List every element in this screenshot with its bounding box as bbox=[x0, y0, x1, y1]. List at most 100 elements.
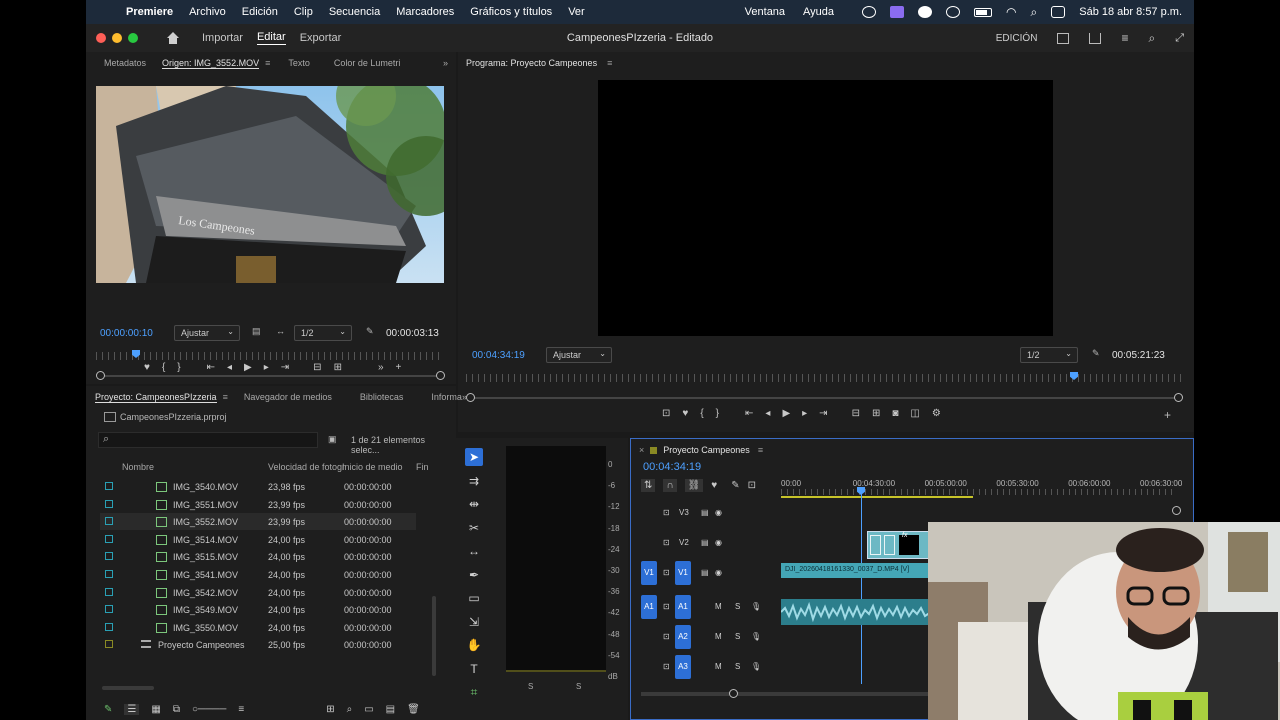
label-color-swatch[interactable] bbox=[105, 622, 113, 631]
more-controls-icon[interactable]: » bbox=[378, 362, 384, 373]
tab-proyecto[interactable]: Proyecto: CampeonesPIzzeria bbox=[95, 392, 217, 403]
label-color-swatch[interactable] bbox=[105, 517, 113, 526]
close-window-button[interactable] bbox=[96, 33, 106, 43]
sync-lock-icon[interactable]: ▤ bbox=[701, 538, 709, 547]
list-view-icon[interactable]: ☰ bbox=[124, 704, 140, 715]
lift-clip-icon[interactable]: ⊟ bbox=[852, 408, 860, 419]
vpn-icon[interactable] bbox=[946, 6, 961, 18]
source-zoom-start-handle[interactable] bbox=[96, 371, 105, 380]
program-button-editor-icon[interactable]: + bbox=[1164, 408, 1171, 422]
solo-track-button[interactable]: S bbox=[735, 602, 740, 611]
pen-tool-icon[interactable]: ✒ bbox=[465, 566, 483, 584]
v2-clip-2[interactable] bbox=[884, 535, 895, 555]
a1-clip[interactable] bbox=[781, 599, 931, 625]
project-item-row[interactable]: IMG_3549.MOV 24,00 fps 00:00:00:00 bbox=[100, 601, 416, 618]
fullscreen-icon[interactable]: ⤢ bbox=[1175, 32, 1184, 45]
ripple-edit-tool-icon[interactable]: ⇹ bbox=[465, 495, 483, 513]
project-horizontal-scrollbar[interactable] bbox=[102, 686, 154, 690]
source-track-v1[interactable]: V1 bbox=[641, 561, 657, 585]
column-media-start[interactable]: Inicio de medio bbox=[342, 462, 403, 472]
sort-icons-icon[interactable]: ≡ bbox=[238, 704, 244, 715]
work-area-bar[interactable] bbox=[781, 496, 973, 498]
toggle-output-eye-icon[interactable]: ◉ bbox=[715, 538, 722, 547]
menubar-clock[interactable]: Sáb 18 abr 8:57 p.m. bbox=[1079, 6, 1182, 18]
razor-tool-icon[interactable]: ✂ bbox=[465, 519, 483, 537]
mark-in-icon[interactable]: { bbox=[162, 362, 165, 373]
source-current-timecode[interactable]: 00:00:00:10 bbox=[100, 328, 153, 339]
solo-track-button[interactable]: S bbox=[735, 632, 740, 641]
menu-clip[interactable]: Clip bbox=[294, 6, 313, 18]
timeline-playhead-line[interactable] bbox=[861, 494, 862, 684]
automate-to-sequence-icon[interactable]: ⊞ bbox=[326, 704, 334, 715]
project-item-row[interactable]: IMG_3552.MOV 23,99 fps 00:00:00:00 bbox=[100, 513, 416, 531]
project-item-row[interactable]: Proyecto Campeones 25,00 fps 00:00:00:00 bbox=[100, 636, 416, 653]
minimize-window-button[interactable] bbox=[112, 33, 122, 43]
project-vertical-scrollbar[interactable] bbox=[432, 596, 436, 676]
column-frame-rate[interactable]: Velocidad de fotogr bbox=[268, 462, 345, 472]
project-item-row[interactable]: IMG_3515.MOV 24,00 fps 00:00:00:00 bbox=[100, 548, 416, 565]
tab-navegador-medios[interactable]: Navegador de medios bbox=[244, 392, 332, 402]
project-item-row[interactable]: IMG_3551.MOV 23,99 fps 00:00:00:00 bbox=[100, 496, 416, 513]
panel-menu-icon[interactable]: ≡ bbox=[265, 58, 270, 68]
type-tool-icon[interactable]: T bbox=[465, 660, 483, 678]
tab-sequence[interactable]: Proyecto Campeones bbox=[663, 445, 750, 455]
mute-track-button[interactable]: M bbox=[715, 602, 722, 611]
go-to-out-icon[interactable]: ⇥ bbox=[819, 408, 827, 419]
panel-menu-icon[interactable]: ≡ bbox=[223, 392, 228, 402]
program-video-frame[interactable] bbox=[598, 80, 1053, 336]
project-item-row[interactable]: IMG_3540.MOV 23,98 fps 00:00:00:00 bbox=[100, 478, 416, 495]
snap-icon[interactable]: ∩ bbox=[663, 479, 677, 492]
voiceover-mic-icon[interactable]: 🎙 bbox=[751, 662, 761, 671]
share-icon[interactable] bbox=[1089, 32, 1102, 44]
column-name[interactable]: Nombre bbox=[122, 462, 154, 472]
source-fit-dropdown[interactable]: Ajustar ⌄ bbox=[174, 325, 240, 341]
zoom-slider[interactable]: ○──── bbox=[192, 704, 226, 715]
write-protect-icon[interactable]: ✎ bbox=[104, 704, 112, 715]
more-tabs-icon[interactable]: » bbox=[462, 392, 467, 402]
program-zoom-bar[interactable] bbox=[470, 397, 1180, 399]
captions-icon[interactable]: ⊡ bbox=[748, 480, 756, 491]
sync-status-icon[interactable] bbox=[862, 6, 877, 18]
home-icon[interactable] bbox=[166, 31, 180, 45]
program-zoom-start-handle[interactable] bbox=[466, 393, 475, 402]
toggle-output-eye-icon[interactable]: ◉ bbox=[715, 508, 722, 517]
menu-ayuda[interactable]: Ayuda bbox=[803, 6, 834, 18]
tab-origen[interactable]: Origen: IMG_3552.MOV bbox=[162, 58, 260, 69]
menu-ver[interactable]: Ver bbox=[568, 6, 585, 18]
progress-icon[interactable]: ≡ bbox=[1121, 31, 1128, 45]
new-bin-filter-icon[interactable]: ▣ bbox=[328, 434, 337, 445]
track-lock-icon[interactable]: ⊡ bbox=[663, 632, 670, 641]
go-to-out-icon[interactable]: ⇥ bbox=[281, 362, 289, 373]
ruler-time-label[interactable]: 00:06:30:00 bbox=[1140, 479, 1182, 488]
target-track-a3[interactable]: A3 bbox=[675, 655, 691, 679]
label-color-swatch[interactable] bbox=[105, 499, 113, 508]
track-lock-icon[interactable]: ⊡ bbox=[663, 508, 670, 517]
mute-track-button[interactable]: M bbox=[715, 632, 722, 641]
step-back-icon[interactable]: ◂ bbox=[765, 408, 770, 419]
ruler-time-label[interactable]: 00:05:30:00 bbox=[996, 479, 1038, 488]
project-item-row[interactable]: IMG_3541.MOV 24,00 fps 00:00:00:00 bbox=[100, 566, 416, 583]
tab-bibliotecas[interactable]: Bibliotecas bbox=[360, 392, 404, 402]
overwrite-clip-icon[interactable]: ⊞ bbox=[334, 362, 342, 373]
track-lock-icon[interactable]: ⊡ bbox=[663, 568, 670, 577]
panels-icon[interactable] bbox=[1057, 32, 1070, 44]
timeline-vertical-zoom-handle[interactable] bbox=[1172, 506, 1181, 515]
settings-wrench-icon[interactable]: ✎ bbox=[1092, 348, 1100, 359]
project-item-row[interactable]: IMG_3550.MOV 24,00 fps 00:00:00:00 bbox=[100, 619, 416, 636]
program-current-timecode[interactable]: 00:04:34:19 bbox=[472, 350, 525, 361]
mark-out-icon[interactable]: } bbox=[716, 408, 719, 419]
more-tabs-icon[interactable]: » bbox=[443, 58, 448, 68]
comparison-view-icon[interactable]: ◫ bbox=[910, 408, 919, 419]
label-color-swatch[interactable] bbox=[105, 605, 113, 614]
v2-clip-1[interactable] bbox=[870, 535, 881, 555]
freeform-view-icon[interactable]: ⧉ bbox=[173, 704, 180, 715]
menu-edicion[interactable]: Edición bbox=[242, 6, 278, 18]
menu-ventana[interactable]: Ventana bbox=[745, 6, 785, 18]
safe-margins-icon[interactable]: ▤ bbox=[252, 326, 261, 337]
panel-menu-icon[interactable]: ≡ bbox=[758, 445, 763, 455]
track-lock-icon[interactable]: ⊡ bbox=[663, 602, 670, 611]
target-track-v1[interactable]: V1 bbox=[675, 561, 691, 585]
tab-texto[interactable]: Texto bbox=[288, 58, 310, 68]
ruler-time-label[interactable]: 00:06:00:00 bbox=[1068, 479, 1110, 488]
menu-app-name[interactable]: Premiere bbox=[126, 6, 173, 18]
